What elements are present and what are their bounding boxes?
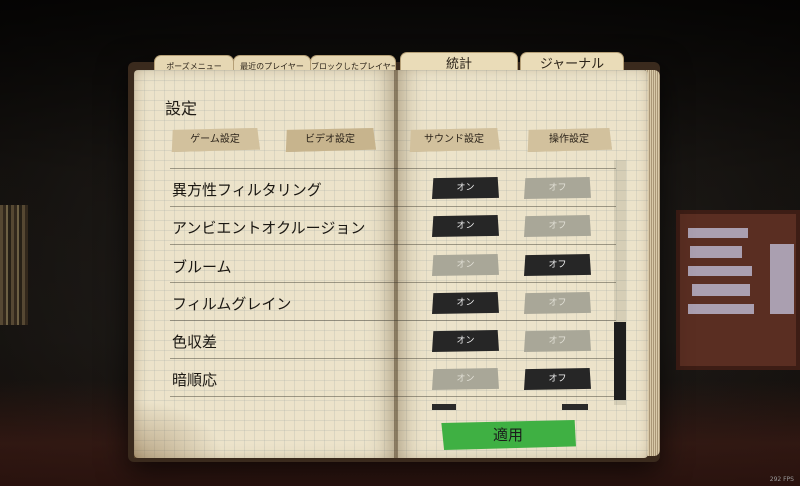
setting-label-ambient-occlusion: アンビエントオクルージョン — [172, 219, 366, 237]
film-grain-on-toggle[interactable]: オン — [432, 292, 499, 314]
fps-counter: 292 FPS — [769, 476, 794, 483]
setting-label-bloom: ブルーム — [172, 258, 232, 276]
row-divider — [170, 320, 616, 321]
page-title: 設定 — [165, 99, 198, 118]
row-divider — [170, 244, 616, 245]
board-note — [770, 244, 794, 314]
anisotropic-off-toggle[interactable]: オフ — [524, 177, 591, 199]
subtab-video-settings[interactable]: ビデオ設定 — [285, 128, 376, 152]
row-divider — [170, 168, 616, 169]
row-divider — [170, 396, 616, 397]
bloom-off-toggle[interactable]: オフ — [524, 254, 591, 276]
dark-adaptation-on-toggle[interactable]: オン — [432, 368, 499, 390]
settings-scrollbar-thumb[interactable] — [614, 322, 626, 400]
row-divider — [170, 358, 616, 359]
chromatic-aberration-on-toggle[interactable]: オン — [432, 330, 499, 352]
anisotropic-on-toggle[interactable]: オン — [432, 177, 499, 199]
board-note — [690, 246, 742, 258]
film-grain-off-toggle[interactable]: オフ — [524, 292, 591, 314]
chromatic-aberration-off-toggle[interactable]: オフ — [524, 330, 591, 352]
dark-adaptation-off-toggle[interactable]: オフ — [524, 368, 591, 390]
page-stain — [134, 400, 224, 458]
ambient-occlusion-on-toggle[interactable]: オン — [432, 215, 499, 237]
subtab-game-settings[interactable]: ゲーム設定 — [171, 128, 260, 152]
row-divider — [170, 282, 616, 283]
setting-label-chromatic-aberration: 色収差 — [172, 333, 218, 351]
board-note — [688, 228, 748, 238]
setting-label-film-grain: フィルムグレイン — [172, 295, 292, 313]
next-row-off-toggle-partial[interactable] — [562, 404, 588, 410]
bulletin-board-background — [676, 210, 800, 370]
subtab-sound-settings[interactable]: サウンド設定 — [409, 128, 500, 152]
bookshelf-background — [0, 205, 28, 325]
book-page-edges — [646, 70, 660, 456]
setting-label-dark-adaptation: 暗順応 — [172, 371, 218, 389]
book-spine — [394, 70, 398, 458]
apply-button[interactable]: 適用 — [441, 420, 576, 450]
board-note — [688, 304, 754, 314]
bloom-on-toggle[interactable]: オン — [432, 254, 499, 276]
ambient-occlusion-off-toggle[interactable]: オフ — [524, 215, 591, 237]
board-note — [688, 266, 752, 276]
next-row-on-toggle-partial[interactable] — [432, 404, 456, 410]
board-note — [692, 284, 750, 296]
row-divider — [170, 206, 616, 207]
subtab-control-settings[interactable]: 操作設定 — [527, 128, 612, 152]
setting-label-anisotropic: 異方性フィルタリング — [172, 181, 322, 199]
